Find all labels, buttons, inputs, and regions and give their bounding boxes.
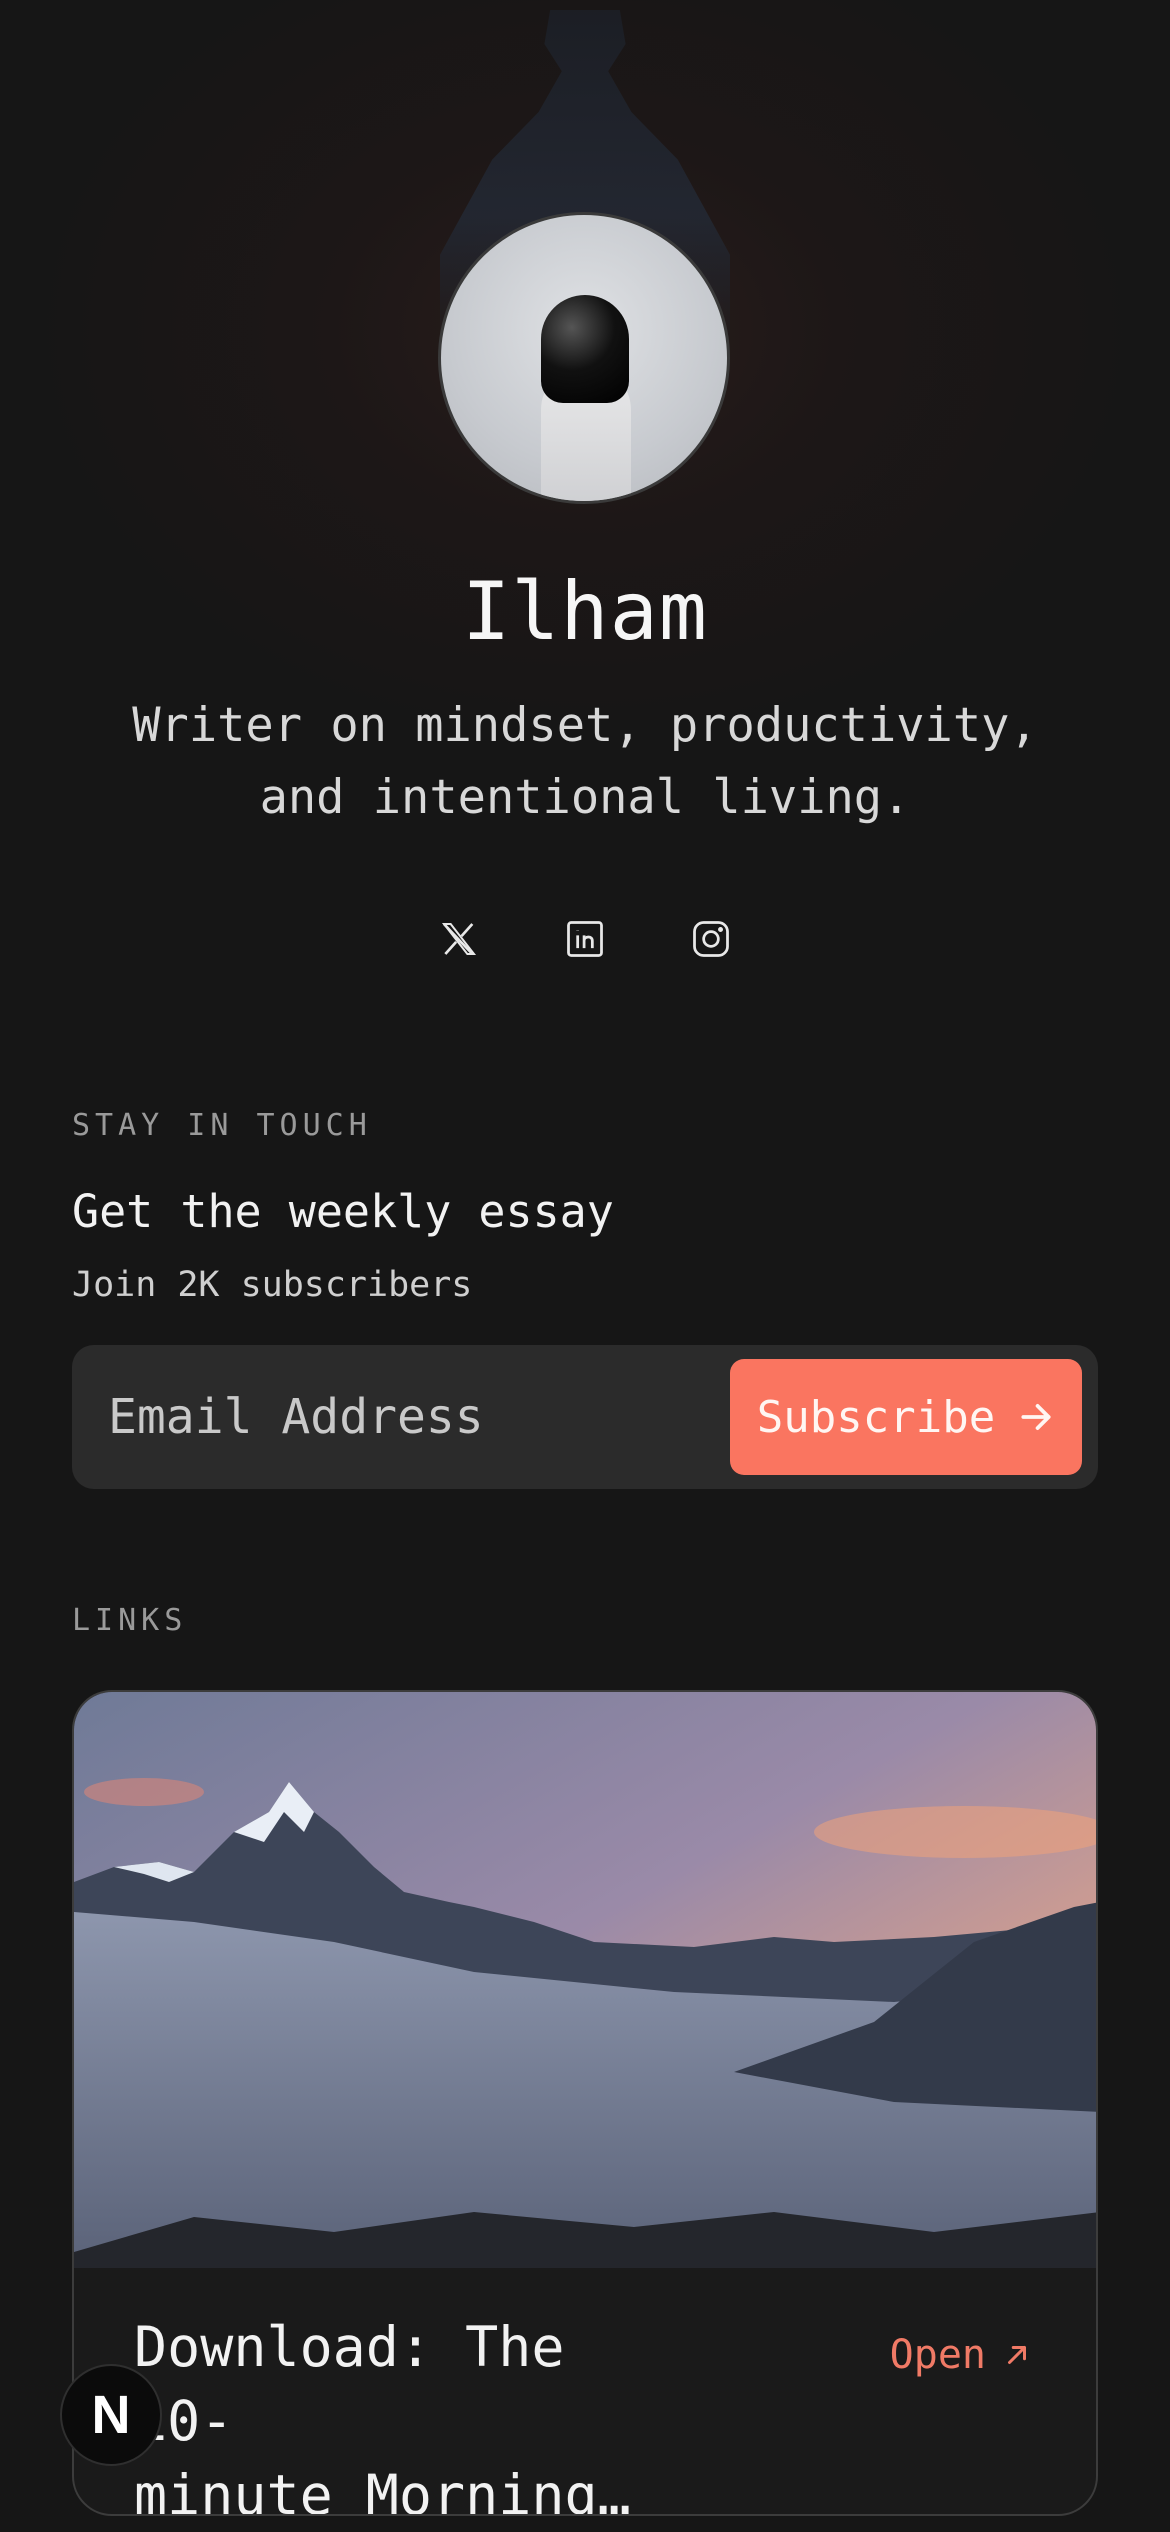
instagram-icon[interactable] [687,915,735,963]
open-link-label: Open [889,2332,986,2378]
newsletter-subtext: Join 2K subscribers [72,1265,473,1305]
mountain-image [74,1692,1096,2268]
link-card[interactable]: Download: The 10- minute Morning… Open [72,1690,1098,2516]
bio-line: and intentional living. [259,770,911,825]
subscribe-label: Subscribe [756,1391,996,1443]
x-icon[interactable] [435,915,483,963]
n-badge[interactable]: N [60,2364,162,2466]
profile-name: Ilham [462,565,708,658]
avatar [438,212,730,504]
newsletter-heading: Get the weekly essay [72,1185,614,1238]
subscribe-button[interactable]: Subscribe [730,1359,1082,1475]
subscribe-form: Email Address Subscribe [72,1345,1098,1489]
avatar-helmet [541,295,629,403]
social-links [0,915,1170,963]
profile-bio: Writer on mindset, productivity, and int… [80,690,1090,834]
linkedin-icon[interactable] [561,915,609,963]
link-card-title-line: minute Morning… [134,2463,631,2516]
links-eyebrow: LINKS [72,1603,188,1638]
bio-line: Writer on mindset, productivity, [132,698,1038,753]
link-card-title-line: Download: The 10- [134,2315,565,2453]
link-card-title: Download: The 10- minute Morning… [134,2310,694,2516]
email-input[interactable]: Email Address [108,1345,484,1489]
newsletter-eyebrow: STAY IN TOUCH [72,1108,372,1143]
open-link-button[interactable]: Open [890,2332,1032,2378]
arrow-up-right-icon [1008,2346,1026,2364]
arrow-right-icon [1021,1404,1051,1430]
